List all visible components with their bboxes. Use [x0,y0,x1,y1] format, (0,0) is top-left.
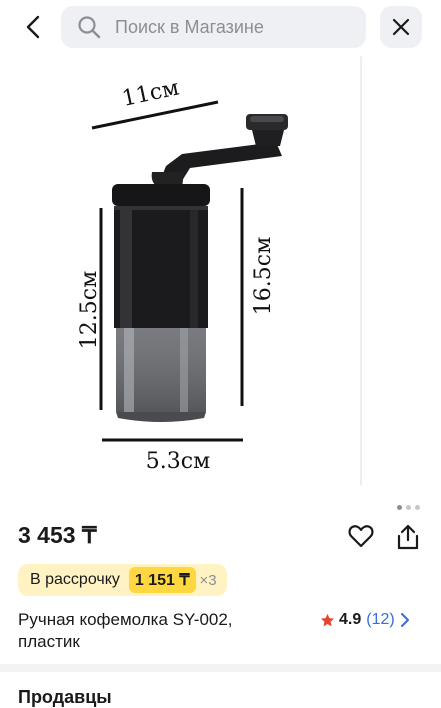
height-body-annotation: 12.5см [77,271,102,349]
gallery-scroll-track [360,56,362,486]
product-title: Ручная кофемолка SY-002, пластик [18,610,233,651]
top-bar [0,0,441,54]
installment-amount: 1 151 ₸ [128,567,196,593]
rating-value: 4.9 [339,611,362,628]
close-icon [392,18,410,36]
chevron-left-icon [26,15,40,39]
back-button[interactable] [14,9,52,45]
chevron-right-icon [400,613,409,627]
star-icon [321,613,334,626]
installment-multiplier: ×3 [199,571,217,589]
share-icon [397,524,419,550]
product-price: 3 453 ₸ [18,522,97,548]
search-input[interactable] [113,15,347,39]
heart-icon [348,525,374,548]
height-total-annotation: 16.5см [251,237,276,315]
coffee-grinder-image: 11см 12.5см 16.5см 5.3см [77,75,288,474]
rating-count: (12) [366,611,395,628]
gallery-dot[interactable] [397,505,402,510]
search-icon [75,13,103,41]
gallery-dot[interactable] [406,505,411,510]
favorite-button[interactable] [345,520,377,552]
diameter-annotation: 5.3см [146,449,210,474]
width-annotation: 11см [120,75,181,111]
search-field[interactable] [61,6,366,48]
sellers-heading: Продавцы [18,687,112,707]
product-rating[interactable]: 4.9 (12) [320,609,409,631]
installment-label: В рассрочку [30,571,120,588]
share-button[interactable] [392,520,424,554]
installment-badge[interactable]: В рассрочку 1 151 ₸ ×3 [18,564,227,596]
gallery-pagination[interactable] [397,505,420,510]
gallery-dot[interactable] [415,505,420,510]
close-button[interactable] [380,6,422,48]
section-divider [0,664,441,672]
product-image[interactable]: 11см 12.5см 16.5см 5.3см [0,54,441,502]
